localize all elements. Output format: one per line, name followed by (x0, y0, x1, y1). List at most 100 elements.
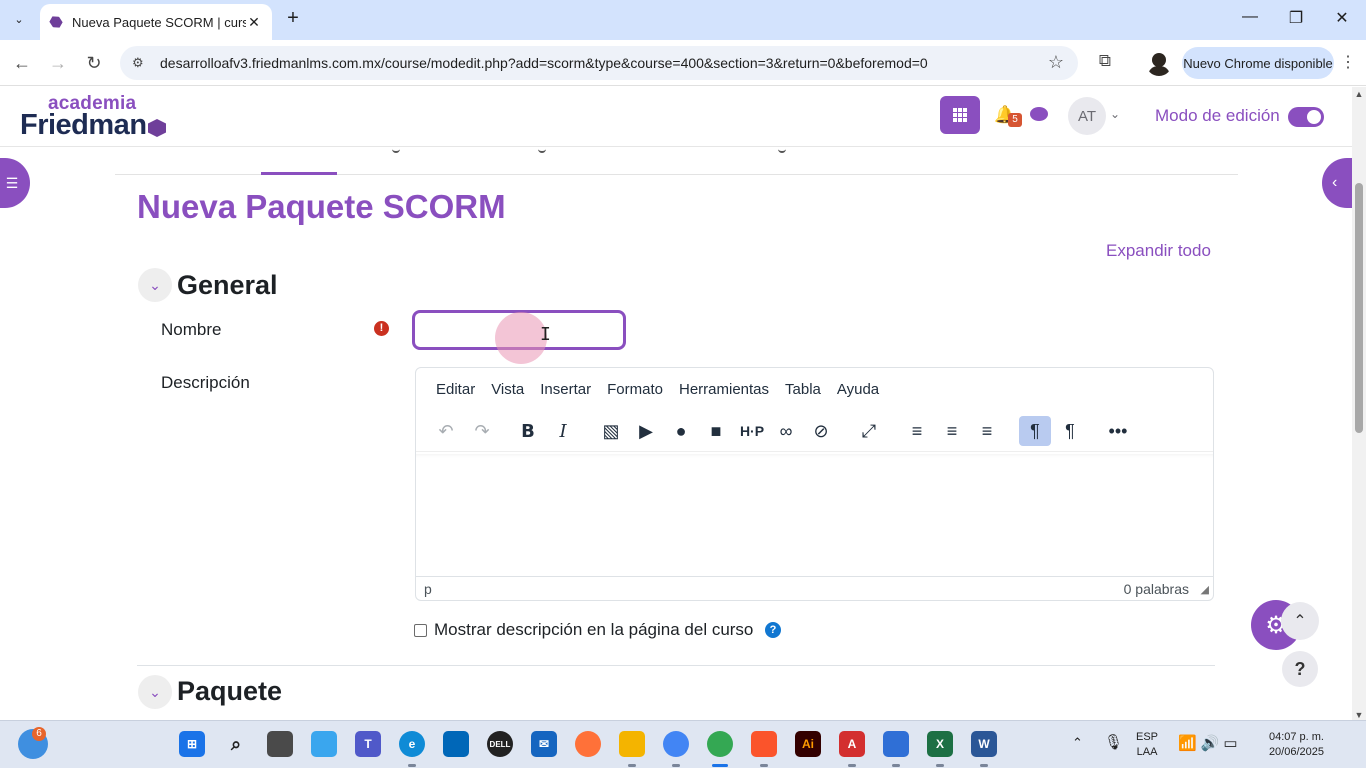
name-input[interactable] (412, 310, 626, 350)
scroll-down-arrow-icon[interactable]: ▼ (1352, 710, 1366, 720)
close-window-button[interactable]: ✕ (1330, 8, 1354, 32)
editor-content-area[interactable] (416, 454, 1213, 576)
windows-start-icon[interactable]: ⊞ (179, 731, 205, 757)
footer-help-button[interactable]: ? (1282, 651, 1318, 687)
link-icon[interactable]: ∞ (770, 416, 802, 446)
reload-icon[interactable]: ↻ (82, 51, 106, 75)
edit-mode-toggle[interactable] (1288, 107, 1324, 127)
store-icon[interactable] (443, 731, 469, 757)
h5p-icon[interactable]: H·P (736, 416, 768, 446)
site-info-icon[interactable]: ⚙ (132, 55, 150, 71)
collapse-package-chevron-icon[interactable]: ⌄ (138, 675, 172, 709)
chrome-profile-icon[interactable] (663, 731, 689, 757)
running-indicator (980, 764, 988, 767)
unlink-icon[interactable]: ⊘ (805, 416, 837, 446)
chrome-menu-icon[interactable]: ⋮ (1340, 52, 1356, 72)
bookmark-star-icon[interactable]: ☆ (1048, 52, 1064, 73)
show-description-checkbox[interactable] (414, 623, 427, 637)
image-icon[interactable]: ▧ (595, 416, 627, 446)
tab-search-icon[interactable]: ⌄ (8, 8, 30, 30)
extensions-icon[interactable]: ⧉ (1094, 51, 1116, 73)
teams-icon[interactable]: T (355, 731, 381, 757)
section-general-title[interactable]: General (177, 270, 278, 301)
edge-icon[interactable]: e (399, 731, 425, 757)
chat-bubble-icon[interactable] (1030, 107, 1048, 121)
profile-avatar[interactable] (1146, 50, 1172, 76)
chrome-update-button[interactable]: Nuevo Chrome disponible (1182, 47, 1334, 79)
excel-icon[interactable]: X (927, 731, 953, 757)
word-count[interactable]: 0 palabras (1124, 581, 1189, 597)
nav-text-fragment (392, 148, 400, 153)
menu-ayuda[interactable]: Ayuda (829, 377, 887, 402)
maximize-button[interactable]: ❐ (1284, 8, 1308, 32)
nav-text-fragment (778, 148, 786, 153)
scrollbar-thumb[interactable] (1355, 183, 1363, 433)
show-description-option[interactable]: Mostrar descripción en la página del cur… (414, 620, 753, 640)
profile-head-shape (1152, 53, 1166, 67)
section-package-title[interactable]: Paquete (177, 676, 282, 707)
back-arrow-icon[interactable]: ← (10, 51, 34, 75)
browser-tab[interactable]: Nueva Paquete SCORM | curso: ✕ (40, 4, 272, 40)
ltr-icon[interactable]: ¶ (1019, 416, 1051, 446)
menu-tabla[interactable]: Tabla (777, 377, 829, 402)
file-explorer-icon[interactable] (619, 731, 645, 757)
input-language-indicator[interactable]: ESP LAA (1136, 730, 1158, 760)
microphone-icon[interactable]: ● (665, 416, 697, 446)
address-bar[interactable]: ⚙ desarrolloafv3.friedmanlms.com.mx/cour… (120, 46, 1078, 80)
apps-grid-button[interactable] (940, 96, 980, 134)
help-question-icon[interactable]: ? (765, 622, 781, 638)
forward-arrow-icon[interactable]: → (46, 51, 70, 75)
element-path[interactable]: p (424, 581, 432, 597)
video-camera-icon[interactable]: ■ (700, 416, 732, 446)
menu-insertar[interactable]: Insertar (532, 377, 599, 402)
expand-all-link[interactable]: Expandir todo (1106, 241, 1211, 261)
page-scrollbar[interactable]: ▲ ▼ (1352, 87, 1366, 720)
acrobat-icon[interactable]: A (839, 731, 865, 757)
rtl-icon[interactable]: ¶ (1054, 416, 1086, 446)
align-left-icon[interactable]: ≡ (901, 416, 933, 446)
illustrator-icon[interactable]: Ai (795, 731, 821, 757)
brave-icon[interactable] (751, 731, 777, 757)
bold-icon[interactable]: B (512, 416, 544, 446)
secondary-nav-active-indicator (261, 172, 337, 175)
firefox-icon[interactable] (575, 731, 601, 757)
align-center-icon[interactable]: ≡ (936, 416, 968, 446)
chrome-active-icon[interactable] (707, 731, 733, 757)
scroll-up-arrow-icon[interactable]: ▲ (1352, 89, 1366, 99)
new-tab-button[interactable]: + (282, 8, 304, 30)
wifi-volume-battery-icon[interactable]: 📶🔊▭ (1178, 734, 1242, 752)
italic-icon[interactable]: I (547, 416, 579, 446)
running-indicator (936, 764, 944, 767)
microphone-tray-icon[interactable]: 🎙 (1104, 733, 1123, 751)
course-index-drawer-button[interactable]: ☰ (0, 158, 30, 208)
word-icon[interactable]: W (971, 731, 997, 757)
undo-icon[interactable]: ↶ (430, 416, 462, 446)
system-clock[interactable]: 04:07 p. m. 20/06/2025 (1258, 730, 1324, 760)
notes-app-icon[interactable] (883, 731, 909, 757)
menu-formato[interactable]: Formato (599, 377, 671, 402)
clock-time: 04:07 p. m. (1268, 731, 1324, 743)
back-to-top-button[interactable]: ⌃ (1281, 602, 1319, 640)
minimize-button[interactable]: — (1238, 8, 1262, 32)
block-drawer-button[interactable]: ‹ (1322, 158, 1352, 208)
collapse-general-chevron-icon[interactable]: ⌄ (138, 268, 172, 302)
media-icon[interactable]: ▶ (630, 416, 662, 446)
copilot-icon[interactable] (311, 731, 337, 757)
user-avatar[interactable]: AT (1068, 97, 1106, 135)
menu-editar[interactable]: Editar (428, 377, 483, 402)
mail-icon[interactable]: ✉ (531, 731, 557, 757)
redo-icon[interactable]: ↷ (466, 416, 498, 446)
fullscreen-icon[interactable]: ⤢ (853, 416, 885, 446)
task-view-icon[interactable] (267, 731, 293, 757)
more-icon[interactable]: ••• (1102, 416, 1134, 446)
show-description-label: Mostrar descripción en la página del cur… (434, 620, 754, 639)
resize-handle-icon[interactable]: ◢ (1201, 583, 1209, 596)
tray-overflow-chevron-icon[interactable]: ⌃ (1072, 735, 1083, 751)
chevron-down-icon[interactable]: ⌄ (1110, 107, 1120, 121)
align-right-icon[interactable]: ≡ (971, 416, 1003, 446)
menu-vista[interactable]: Vista (483, 377, 532, 402)
tab-close-icon[interactable]: ✕ (246, 14, 262, 31)
dell-icon[interactable]: DELL (487, 731, 513, 757)
menu-herramientas[interactable]: Herramientas (671, 377, 777, 402)
search-icon[interactable]: ⌕ (223, 731, 249, 757)
